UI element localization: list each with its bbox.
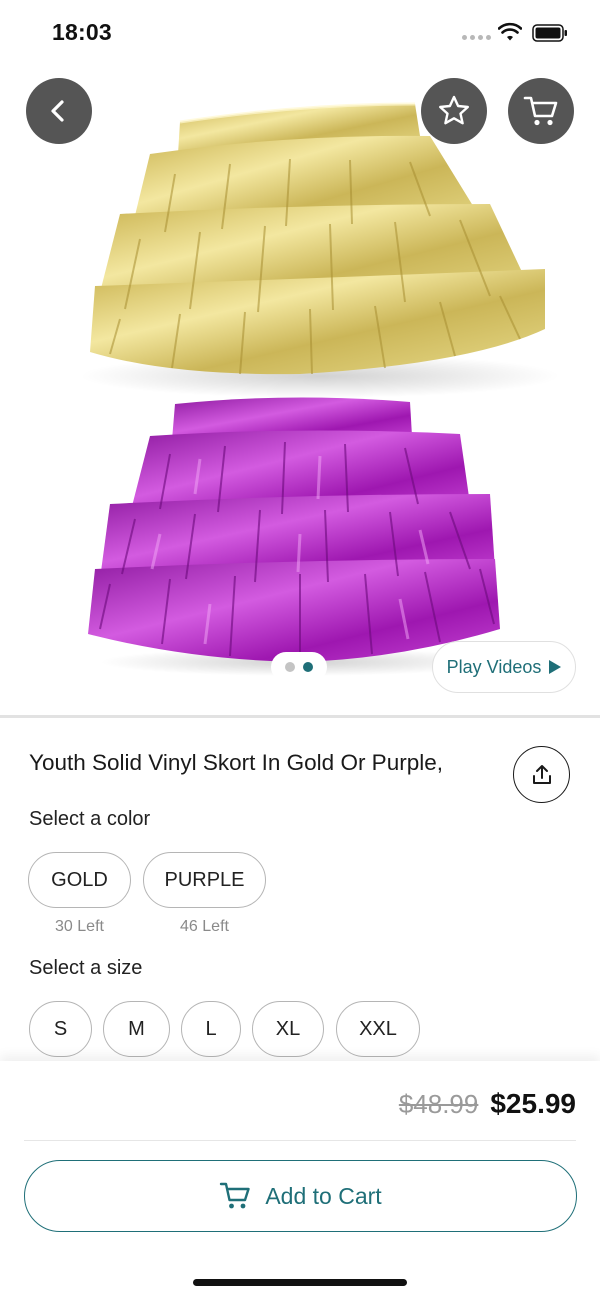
size-option-xxl[interactable]: XXL <box>336 1001 420 1057</box>
color-option-purple[interactable]: PURPLE <box>143 852 266 908</box>
share-button[interactable] <box>513 746 570 803</box>
cart-icon <box>220 1182 251 1209</box>
divider <box>24 1140 576 1141</box>
purple-skort-image <box>88 397 500 676</box>
pager-dot[interactable] <box>285 662 295 672</box>
play-videos-button[interactable]: Play Videos <box>432 641 576 693</box>
battery-icon <box>532 24 567 42</box>
gold-stock-count: 30 Left <box>55 918 104 935</box>
status-time: 18:03 <box>52 19 112 45</box>
back-icon <box>51 100 64 122</box>
pager-dot-active[interactable] <box>303 662 313 672</box>
select-color-label: Select a color <box>29 808 151 830</box>
product-title: Youth Solid Vinyl Skort In Gold Or Purpl… <box>29 750 443 775</box>
image-pager[interactable] <box>271 652 327 682</box>
home-indicator[interactable] <box>193 1279 407 1286</box>
product-image-carousel[interactable]: Play Videos <box>0 64 600 716</box>
original-price: $48.99 <box>398 1089 479 1119</box>
select-size-label: Select a size <box>29 957 143 979</box>
price-row: $48.99 $25.99 <box>399 1088 576 1120</box>
cart-button[interactable] <box>508 78 574 144</box>
size-option-m[interactable]: M <box>103 1001 170 1057</box>
add-to-cart-label: Add to Cart <box>265 1182 382 1209</box>
size-option-s[interactable]: S <box>29 1001 92 1057</box>
divider <box>0 715 600 718</box>
color-option-gold[interactable]: GOLD <box>28 852 131 908</box>
share-icon <box>532 764 551 784</box>
product-image <box>80 102 560 676</box>
add-to-cart-button[interactable]: Add to Cart <box>24 1160 577 1232</box>
cart-icon <box>523 96 558 126</box>
play-videos-label: Play Videos <box>446 656 542 677</box>
gold-skort-image <box>80 102 560 398</box>
sale-price: $25.99 <box>490 1088 576 1119</box>
purple-stock-count: 46 Left <box>180 918 229 935</box>
size-option-l[interactable]: L <box>181 1001 241 1057</box>
wifi-icon <box>498 22 522 41</box>
signal-icon <box>462 35 491 40</box>
back-button[interactable] <box>26 78 92 144</box>
size-option-xl[interactable]: XL <box>252 1001 324 1057</box>
play-icon <box>549 660 562 674</box>
star-icon <box>439 95 469 125</box>
favorite-button[interactable] <box>421 78 487 144</box>
status-bar: 18:03 <box>0 0 600 64</box>
